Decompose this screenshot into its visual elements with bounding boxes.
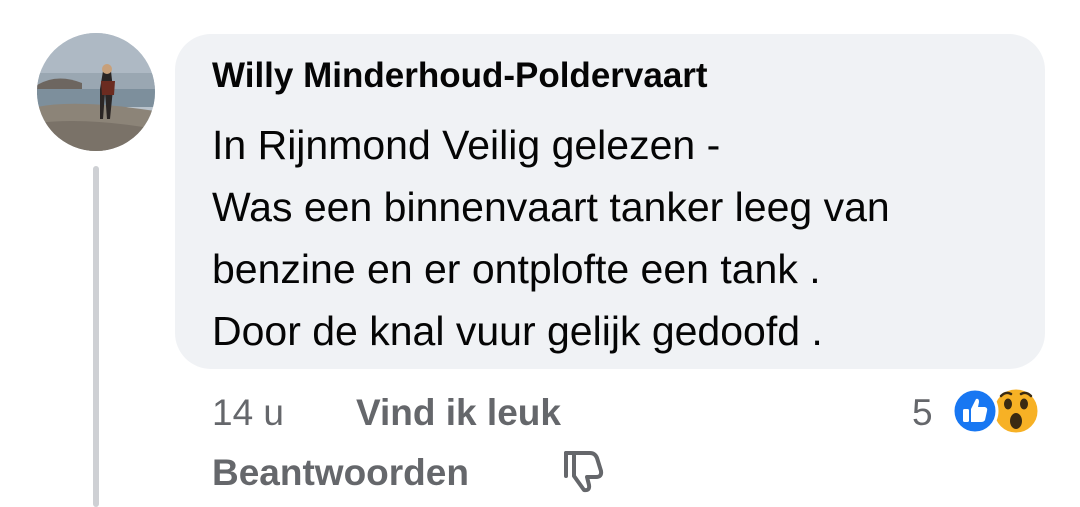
comment-text: In Rijnmond Veilig gelezen - Was een bin…	[212, 114, 890, 362]
comment-block: Willy Minderhoud-Poldervaart In Rijnmond…	[0, 0, 1080, 507]
avatar[interactable]	[37, 33, 155, 151]
thumbs-down-icon[interactable]	[562, 447, 606, 493]
comment-line: Door de knal vuur gelijk gedoofd .	[212, 308, 823, 354]
author-name[interactable]: Willy Minderhoud-Poldervaart	[212, 56, 708, 96]
reaction-count: 5	[912, 392, 933, 433]
comment-timestamp[interactable]: 14 u	[212, 392, 284, 434]
comment-line: benzine en er ontplofte een tank .	[212, 246, 821, 292]
profile-photo	[37, 33, 155, 151]
like-icon	[950, 386, 1000, 436]
reactions-summary[interactable]: 5	[912, 386, 1044, 436]
reply-button[interactable]: Beantwoorden	[212, 452, 469, 494]
comment-bubble: Willy Minderhoud-Poldervaart In Rijnmond…	[175, 34, 1045, 369]
thread-line	[93, 166, 99, 507]
like-button[interactable]: Vind ik leuk	[356, 392, 561, 434]
comment-line: Was een binnenvaart tanker leeg van	[212, 184, 890, 230]
comment-line: In Rijnmond Veilig gelezen -	[212, 122, 721, 168]
